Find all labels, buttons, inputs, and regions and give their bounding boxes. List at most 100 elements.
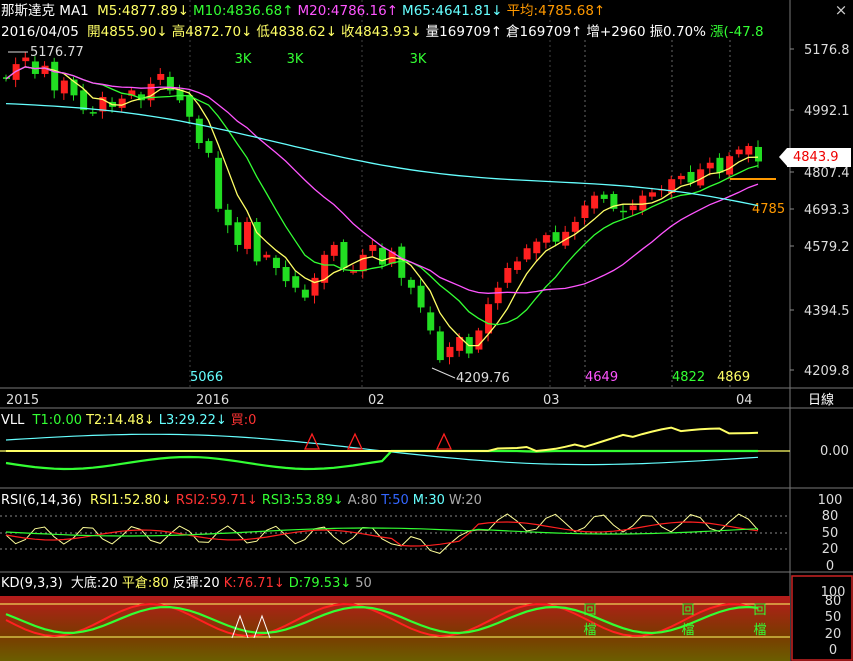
vll-legend: VLL T1:0.00 T2:14.48↓ L3:29.22↓ 買:0 <box>1 413 256 428</box>
kd-axis-label: 80 <box>825 594 842 609</box>
quote-item: 增+2960 <box>586 24 646 40</box>
rsi-axis-label: 20 <box>822 542 839 557</box>
header-line-1: 那斯達克 MA1 M5:4877.89↓ M10:4836.68↑ M20:4786… <box>1 3 605 19</box>
three-k-label: 3K <box>410 52 427 67</box>
rsi-axis-label: 80 <box>822 509 839 524</box>
vll-name: VLL <box>1 413 25 428</box>
candle-body <box>118 98 126 108</box>
candle-body <box>22 57 30 62</box>
time-axis-label: 2016 <box>196 393 229 408</box>
high-price-label: 5176.77 <box>30 45 84 60</box>
rsi-name: RSI(6,14,36) <box>1 493 82 508</box>
rsi-item: RSI2:59.71↓ <box>175 493 258 508</box>
period-label: 日線 <box>808 392 834 408</box>
candle-body <box>648 192 656 197</box>
candle-body <box>350 271 358 273</box>
ma-marker-label: 4649 <box>585 370 618 385</box>
price-tick-label: 4807.4 <box>804 166 850 181</box>
candle-body <box>533 241 541 254</box>
candle-body <box>629 205 637 211</box>
quote-item: 量169709↑ <box>425 24 503 40</box>
vll-item: T2:14.48↓ <box>86 413 155 428</box>
pullback-signal-label: 回 <box>753 603 766 618</box>
ma-item: M10:4836.68↑ <box>193 3 294 19</box>
kd-legend: KD(9,3,3) 大底:20 平倉:80 反彈:20 K:76.71↓ D:79.53… <box>1 576 372 591</box>
candle-body <box>417 285 425 308</box>
kd-name: KD(9,3,3) <box>1 576 63 591</box>
candle-body <box>215 157 223 209</box>
kd-item: 反彈:20 <box>172 576 220 591</box>
rsi-axis-label: 100 <box>818 493 843 508</box>
rsi-item: RSI3:53.89↓ <box>261 493 344 508</box>
kd-axis-label: 50 <box>825 610 842 625</box>
candle-body <box>89 112 97 114</box>
price-chart: 5176.8 4992.1 4807.4 4693.3 4579.2 4394.5 4209… <box>0 0 853 661</box>
candle-body <box>272 257 280 268</box>
instrument-name: 那斯達克 <box>1 3 55 19</box>
price-tick-label: 4209.8 <box>804 364 850 379</box>
header-line-2: 2016/04/05 開4855.90↓ 高4872.70↓ 低4838.62↓ 收4… <box>1 24 764 40</box>
buy-signal-triangle <box>303 432 321 450</box>
candle-body <box>745 145 753 155</box>
vll-item: T1:0.00 <box>32 413 83 428</box>
low-price-label: 4209.76 <box>456 371 510 386</box>
three-k-label: 3K <box>235 52 252 67</box>
time-axis-label: 03 <box>543 393 560 408</box>
ma-label: MA1 <box>59 3 89 19</box>
vll-item: 買:0 <box>230 413 257 428</box>
candle-body <box>398 246 406 278</box>
candle-body <box>677 175 685 180</box>
ma-marker-label: 5066 <box>190 370 223 385</box>
candle-body <box>620 210 628 213</box>
kd-axis-label: 20 <box>825 627 842 642</box>
ma-values: M5:4877.89↓ M10:4836.68↑ M20:4786.16↑ M65:4… <box>93 3 605 19</box>
time-axis-label: 02 <box>368 393 385 408</box>
quote-item: 漲(-47.8 <box>709 24 764 40</box>
candle-body <box>41 65 49 74</box>
candle-body <box>359 254 367 272</box>
candle-body <box>369 244 377 251</box>
candle-body <box>639 195 647 211</box>
candle-body <box>340 242 348 268</box>
rsi-item: M:30 <box>412 493 445 508</box>
buy-signal-triangle <box>435 432 453 450</box>
candle-body <box>292 276 300 288</box>
kd-item: 平倉:80 <box>121 576 169 591</box>
candle-body <box>755 146 762 162</box>
candle-body <box>157 73 165 80</box>
quote-values: 開4855.90↓ 高4872.70↓ 低4838.62↓ 收4843.93↓ 量169… <box>83 24 764 40</box>
ma-item: M65:4641.81↓ <box>402 3 503 19</box>
vll-t1-line <box>5 449 758 471</box>
rsi-item: W:20 <box>448 493 482 508</box>
candle-body <box>716 157 724 173</box>
ma-marker-label: 4869 <box>717 370 750 385</box>
candle-body <box>407 279 415 288</box>
kd-item: 大底:20 <box>70 576 118 591</box>
candle-body <box>330 244 338 256</box>
pullback-signal-label: 回 <box>583 603 596 618</box>
candle-body <box>60 80 68 94</box>
kd-item: D:79.53↓ <box>288 576 352 591</box>
quote-item: 收4843.93↓ <box>341 24 422 40</box>
quote-item: 高4872.70↓ <box>171 24 253 40</box>
candle-body <box>311 277 319 296</box>
candle-body <box>513 261 521 270</box>
pullback-signal-label: 檔 <box>753 623 766 638</box>
rsi-item: A:80 <box>347 493 378 508</box>
candle-body <box>436 331 444 361</box>
candle-body <box>735 149 743 155</box>
candle-body <box>205 141 213 153</box>
close-button[interactable]: × <box>831 1 851 19</box>
low-price-leader <box>431 367 456 379</box>
ma-item: 平均:4785.68↑ <box>506 3 606 19</box>
candle-body <box>427 312 435 331</box>
candle-body <box>485 304 493 334</box>
quote-item: 振0.70% <box>649 24 706 40</box>
candle-body <box>263 254 271 258</box>
candle-body <box>542 235 550 243</box>
time-axis-label: 2015 <box>6 393 39 408</box>
price-tick-label: 4693.3 <box>804 203 850 218</box>
rsi-axis-label: 50 <box>822 526 839 541</box>
ma-item: M20:4786.16↑ <box>297 3 399 19</box>
ma-marker-label: 4822 <box>672 370 705 385</box>
